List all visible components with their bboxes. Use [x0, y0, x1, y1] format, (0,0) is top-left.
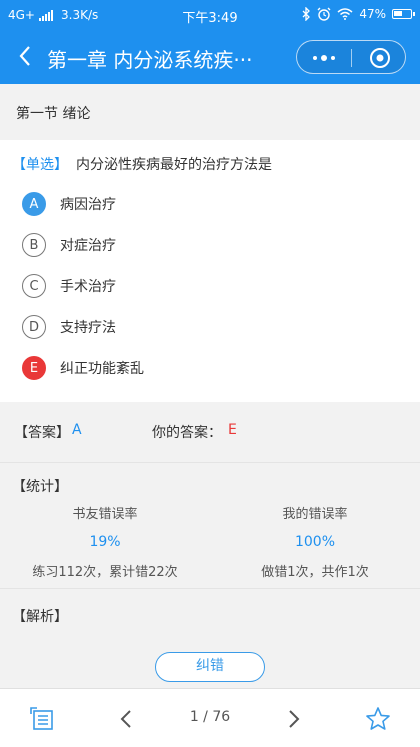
question-text: 内分泌性疾病最好的治疗方法是 [76, 157, 272, 173]
option-text: 纠正功能紊乱 [60, 361, 144, 377]
chevron-left-icon [19, 46, 30, 66]
explanation-section: 【解析】 纠错 [0, 588, 420, 688]
section-title: 第一节 绪论 [16, 106, 91, 122]
option-text: 手术治疗 [60, 279, 116, 295]
question-card: 【单选】 内分泌性疾病最好的治疗方法是 A 病因治疗 B 对症治疗 C 手术治疗… [0, 140, 420, 402]
dot-icon [313, 56, 317, 60]
option-letter: D [22, 315, 46, 339]
my-error-rate: 100% [294, 534, 336, 550]
wifi-icon [337, 8, 353, 20]
battery-icon [392, 9, 415, 19]
favorite-button[interactable] [356, 689, 400, 747]
bluetooth-icon [302, 7, 311, 21]
nav-bar: 第一章 内分泌系统疾··· [0, 30, 420, 84]
dot-icon [321, 55, 327, 61]
question-list-button[interactable] [20, 689, 64, 747]
star-icon [366, 706, 390, 730]
back-button[interactable] [10, 41, 40, 71]
option-letter: A [22, 192, 46, 216]
your-answer-label: 你的答案： [152, 425, 222, 441]
chevron-right-icon [289, 709, 300, 728]
option-a[interactable]: A 病因治疗 [22, 192, 116, 216]
answer-label: 【答案】 [14, 425, 70, 441]
stats-label: 【统计】 [12, 479, 68, 495]
dot-icon [331, 56, 335, 60]
correct-answer: A [72, 422, 82, 438]
option-letter: E [22, 356, 46, 380]
alarm-icon [317, 7, 331, 21]
page-indicator: 1 / 76 [189, 709, 231, 725]
my-error-header: 我的错误率 [282, 507, 348, 522]
option-text: 病因治疗 [60, 197, 116, 213]
option-text: 对症治疗 [60, 238, 116, 254]
explanation-label: 【解析】 [12, 609, 68, 625]
battery-percent: 47% [359, 7, 386, 21]
close-miniprogram-button[interactable] [352, 41, 407, 75]
page-title: 第一章 内分泌系统疾··· [47, 48, 253, 72]
peer-error-rate: 19% [89, 534, 121, 550]
option-e[interactable]: E 纠正功能紊乱 [22, 356, 144, 380]
peer-error-header: 书友错误率 [72, 507, 138, 522]
option-d[interactable]: D 支持疗法 [22, 315, 116, 339]
peer-error-detail: 练习112次，累计错22次 [32, 565, 178, 580]
my-stats: 我的错误率 100% 做错1次，共作1次 [210, 503, 420, 580]
option-text: 支持疗法 [60, 320, 116, 336]
answer-section: 【答案】 A 你的答案： E [0, 403, 420, 459]
stats-section: 【统计】 书友错误率 19% 练习112次，累计错22次 我的错误率 100% … [0, 462, 420, 588]
my-error-detail: 做错1次，共作1次 [261, 565, 369, 580]
more-button[interactable] [297, 41, 351, 75]
status-bar: 4G+ 3.3K/s 下午3:49 47% [0, 0, 420, 30]
next-question-button[interactable] [274, 689, 314, 747]
question-grid-icon [30, 706, 53, 730]
chevron-left-icon [120, 709, 131, 728]
option-letter: B [22, 233, 46, 257]
option-b[interactable]: B 对症治疗 [22, 233, 116, 257]
peer-stats: 书友错误率 19% 练习112次，累计错22次 [0, 503, 210, 580]
bottom-toolbar: 1 / 76 [0, 688, 420, 747]
option-c[interactable]: C 手术治疗 [22, 274, 116, 298]
option-letter: C [22, 274, 46, 298]
capsule-menu [296, 40, 406, 74]
your-answer: E [228, 422, 237, 438]
report-error-button[interactable]: 纠错 [155, 652, 265, 682]
question-type: 【单选】 [12, 157, 68, 173]
target-icon [369, 48, 390, 68]
prev-question-button[interactable] [106, 689, 146, 747]
